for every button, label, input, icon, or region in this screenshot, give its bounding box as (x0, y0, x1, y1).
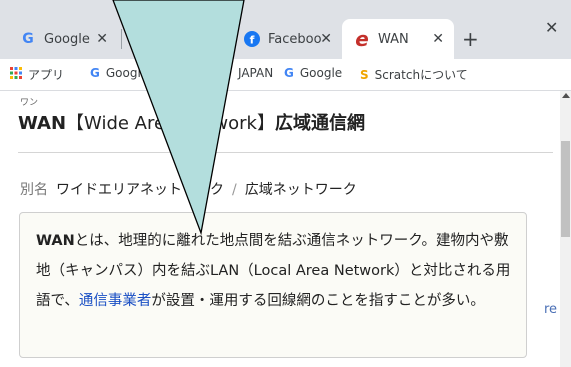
pointer-triangle-overlay (112, 0, 245, 236)
triangle-shape (112, 0, 245, 236)
